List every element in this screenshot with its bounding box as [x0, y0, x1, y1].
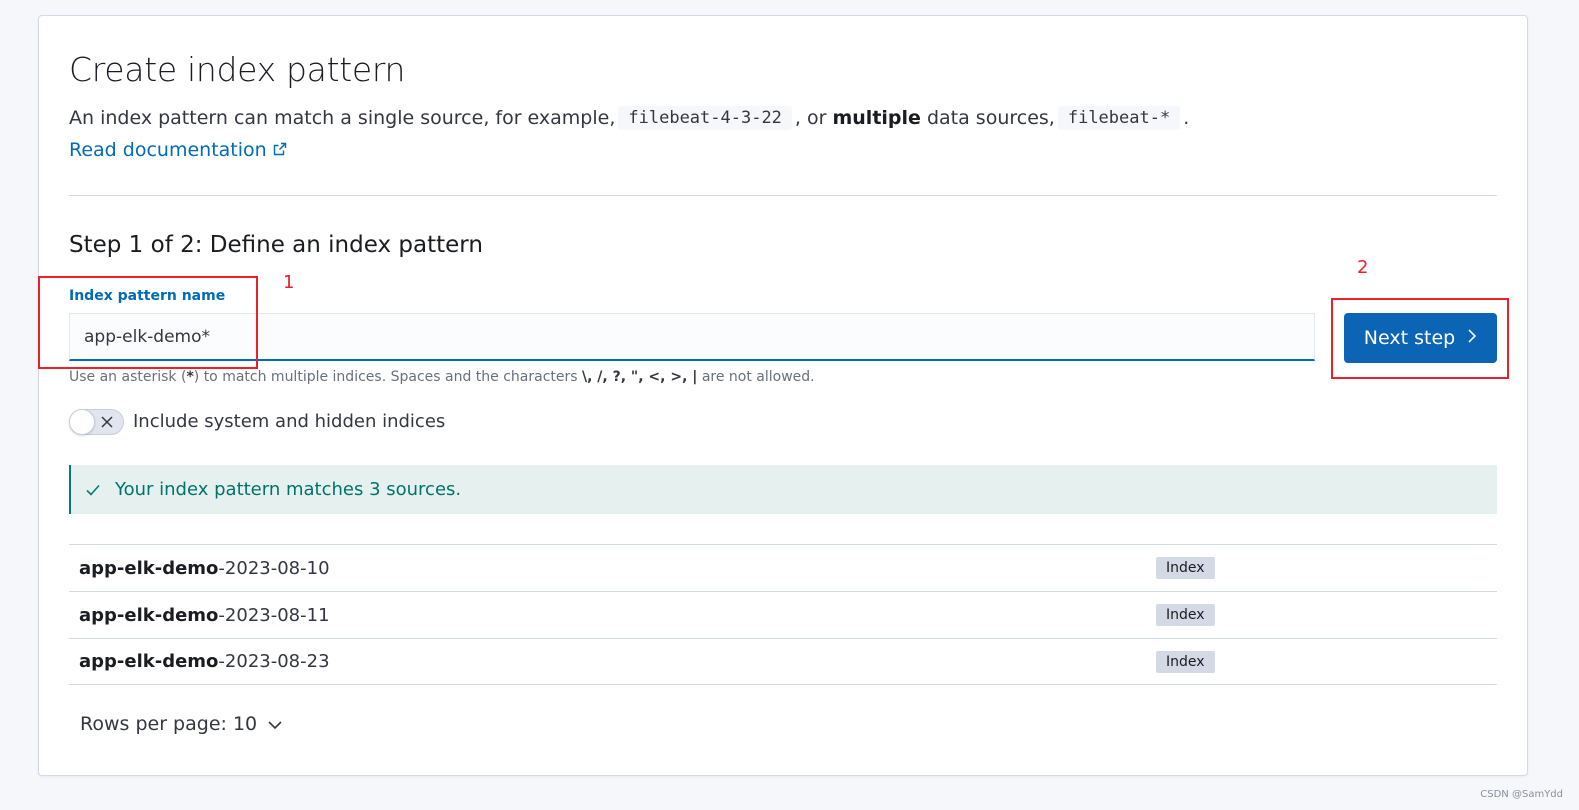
index-name-rest: -2023-08-10 [218, 557, 330, 579]
include-hidden-indices-label: Include system and hidden indices [133, 411, 446, 432]
index-name-match: app-elk-demo [79, 651, 219, 672]
section-divider [69, 195, 1497, 196]
index-name-rest: -2023-08-23 [218, 651, 330, 672]
include-hidden-indices-toggle[interactable] [69, 409, 124, 435]
table-row: app-elk-demo-2023-08-10 Index [69, 544, 1497, 591]
page-description: An index pattern can match a single sour… [69, 106, 1189, 130]
chevron-right-icon [1467, 327, 1477, 349]
index-name: app-elk-demo-2023-08-23 [79, 651, 330, 672]
description-text: An index pattern can match a single sour… [69, 107, 616, 129]
table-row: app-elk-demo-2023-08-11 Index [69, 591, 1497, 638]
step-title: Step 1 of 2: Define an index pattern [69, 232, 483, 258]
next-step-label: Next step [1363, 327, 1456, 349]
index-name-match: app-elk-demo [79, 557, 219, 579]
callout-text: Your index pattern matches 3 sources. [115, 479, 462, 500]
watermark: CSDN @SamYdd [1480, 789, 1563, 800]
index-type-badge: Index [1156, 604, 1215, 626]
index-name-rest: -2023-08-11 [218, 604, 330, 626]
help-forbidden-chars: \, /, ?, ", <, >, | [582, 369, 698, 385]
help-asterisk: * [186, 369, 194, 385]
field-help-text: Use an asterisk (*) to match multiple in… [69, 369, 815, 385]
close-icon [99, 414, 115, 434]
page-title: Create index pattern [69, 50, 406, 89]
description-mid: , or [794, 107, 827, 129]
match-success-callout: Your index pattern matches 3 sources. [69, 465, 1497, 514]
index-name-match: app-elk-demo [79, 604, 219, 626]
index-name: app-elk-demo-2023-08-11 [79, 605, 330, 626]
rows-per-page-button[interactable]: Rows per page: 10 [80, 713, 283, 735]
toggle-knob [69, 409, 95, 435]
doc-link-label: Read documentation [69, 139, 267, 161]
rows-per-page-label: Rows per page: 10 [80, 713, 258, 735]
annotation-number-1: 1 [283, 272, 295, 293]
table-row: app-elk-demo-2023-08-23 Index [69, 638, 1497, 685]
index-pattern-name-label: Index pattern name [69, 288, 226, 304]
chevron-down-icon [267, 713, 283, 735]
index-type-badge: Index [1156, 557, 1215, 579]
next-step-button[interactable]: Next step [1344, 313, 1497, 363]
index-pattern-name-input[interactable] [69, 313, 1315, 361]
help-text-pre: Use an asterisk ( [69, 369, 187, 385]
description-end: . [1183, 107, 1190, 129]
matching-indices-table: app-elk-demo-2023-08-10 Index app-elk-de… [69, 544, 1497, 685]
example-single-code: filebeat-4-3-22 [618, 106, 792, 130]
example-multi-code: filebeat-* [1057, 106, 1181, 130]
index-type-badge: Index [1156, 650, 1215, 673]
check-icon [85, 482, 101, 498]
help-text-end: are not allowed. [701, 369, 815, 385]
description-mid-post: data sources, [926, 107, 1055, 129]
help-text-mid: ) to match multiple indices. Spaces and … [193, 369, 578, 385]
external-link-icon [273, 139, 287, 161]
description-bold: multiple [832, 107, 921, 129]
annotation-number-2: 2 [1357, 257, 1369, 278]
read-documentation-link[interactable]: Read documentation [69, 139, 287, 161]
index-name: app-elk-demo-2023-08-10 [79, 558, 330, 579]
